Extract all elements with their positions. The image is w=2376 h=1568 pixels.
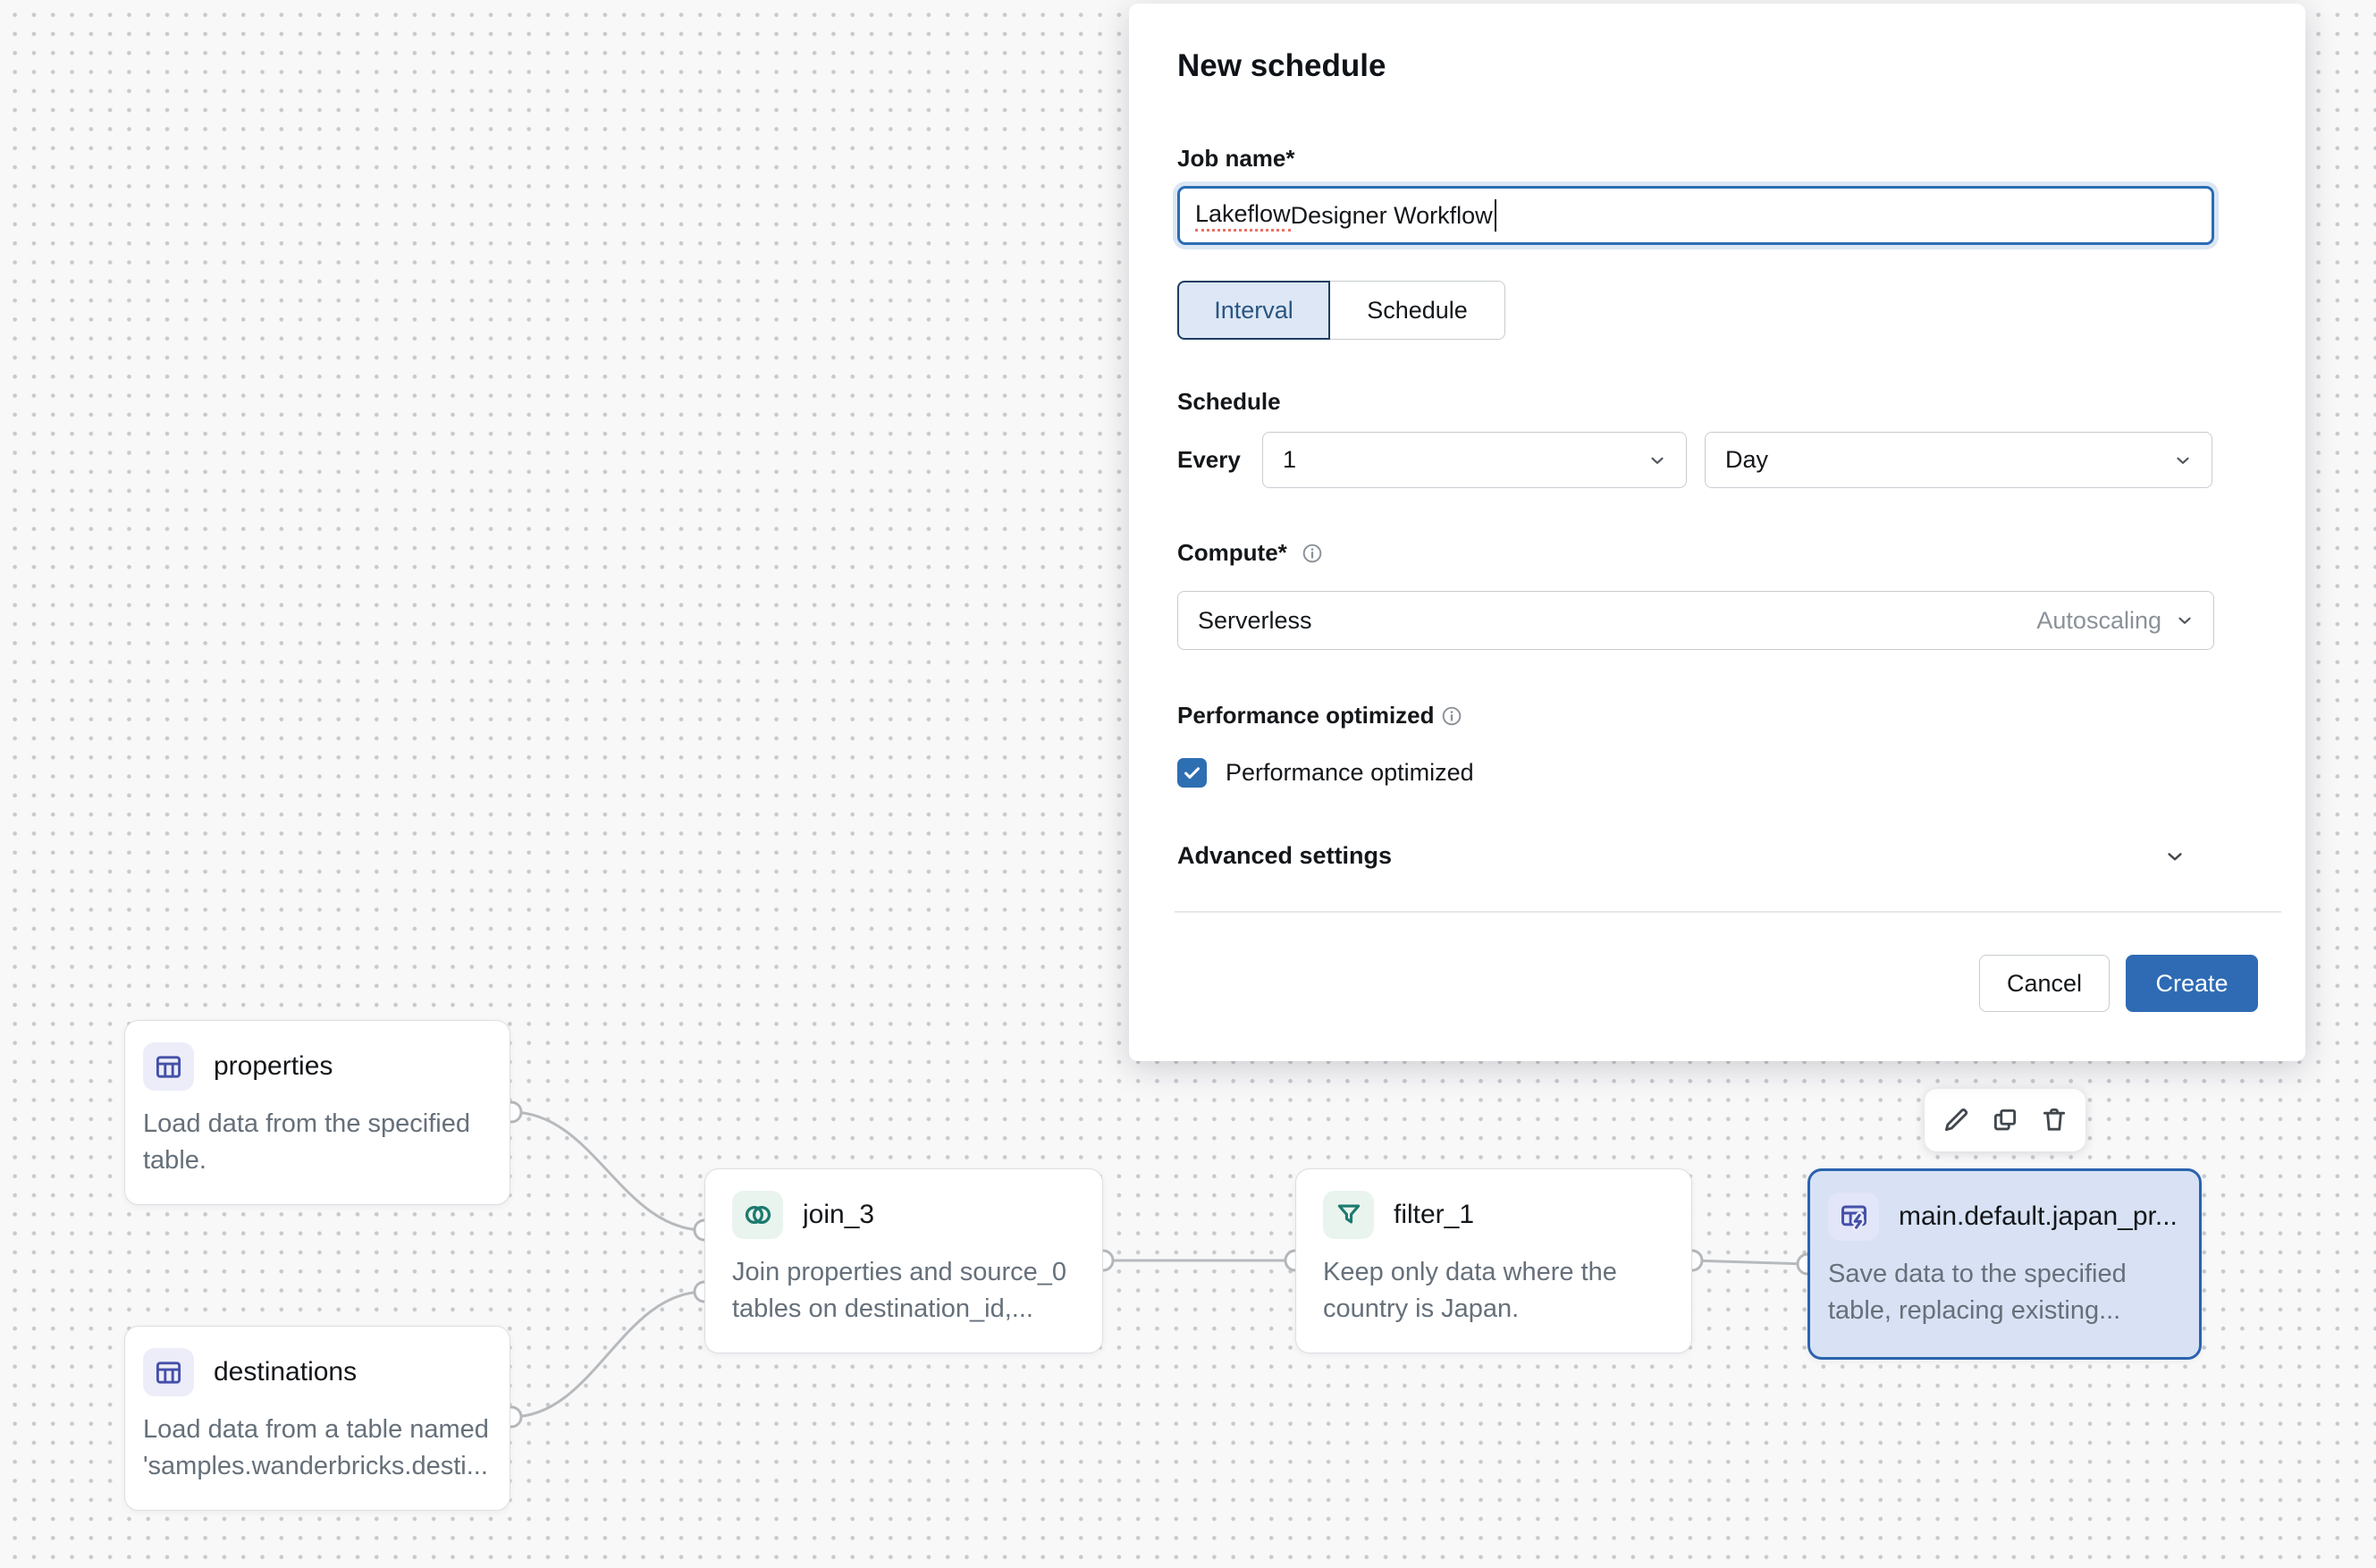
edge-filter-to-main — [1692, 1260, 1807, 1264]
node-destinations[interactable]: destinations Load data from a table name… — [124, 1326, 510, 1511]
interval-unit-value: Day — [1725, 446, 1768, 474]
compute-value: Serverless — [1198, 607, 1312, 635]
job-name-label: Job name* — [1177, 145, 1295, 173]
table-write-icon — [1828, 1193, 1879, 1241]
compute-mode-label: Autoscaling — [2036, 607, 2161, 635]
duplicate-copy-icon[interactable] — [1987, 1102, 2023, 1138]
schedule-section-heading: Schedule — [1177, 388, 1281, 416]
node-properties[interactable]: properties Load data from the specified … — [124, 1020, 510, 1205]
trigger-type-toggle: Interval Schedule — [1177, 281, 1505, 340]
chevron-down-icon — [1647, 450, 1668, 471]
node-title: properties — [214, 1051, 333, 1082]
interval-value-select[interactable]: 1 — [1262, 432, 1687, 488]
filter-icon — [1323, 1191, 1374, 1239]
chevron-down-icon — [2172, 450, 2194, 471]
chevron-down-icon — [2174, 610, 2195, 631]
new-schedule-dialog: New schedule Job name* Lakeflow Designer… — [1129, 4, 2305, 1061]
node-header: destinations — [143, 1348, 490, 1396]
toggle-interval-button[interactable]: Interval — [1177, 281, 1330, 340]
node-header: properties — [143, 1042, 490, 1091]
cancel-button[interactable]: Cancel — [1979, 955, 2110, 1012]
node-description: Save data to the specified table, replac… — [1828, 1256, 2179, 1329]
node-description: Keep only data where the country is Japa… — [1323, 1254, 1672, 1328]
node-description: Load data from the specified table. — [143, 1106, 490, 1179]
checkmark-icon — [1182, 763, 1202, 783]
node-description: Load data from a table named 'samples.wa… — [143, 1412, 490, 1485]
edit-pencil-icon[interactable] — [1938, 1102, 1974, 1138]
node-main-default-japan[interactable]: main.default.japan_pr... Save data to th… — [1807, 1168, 2202, 1360]
compute-select[interactable]: Serverless Autoscaling — [1177, 591, 2214, 650]
node-title: main.default.japan_pr... — [1899, 1201, 2178, 1232]
node-header: filter_1 — [1323, 1191, 1672, 1239]
interval-value: 1 — [1283, 446, 1296, 474]
node-title: join_3 — [803, 1200, 874, 1230]
advanced-settings-toggle[interactable]: Advanced settings — [1177, 842, 2187, 870]
edge-properties-to-join — [511, 1112, 704, 1230]
performance-checkbox[interactable] — [1177, 758, 1207, 788]
job-name-input[interactable]: Lakeflow Designer Workflow — [1177, 186, 2214, 245]
node-header: main.default.japan_pr... — [1828, 1193, 2179, 1241]
chevron-down-icon — [2162, 844, 2187, 869]
node-join-3[interactable]: join_3 Join properties and source_0 tabl… — [704, 1168, 1103, 1353]
job-name-value-misspelled: Lakeflow — [1195, 200, 1291, 232]
node-header: join_3 — [732, 1191, 1083, 1239]
edge-destinations-to-join — [511, 1292, 704, 1417]
node-title: destinations — [214, 1357, 357, 1387]
job-name-value-rest: Designer Workflow — [1291, 202, 1493, 230]
dialog-title: New schedule — [1177, 48, 1386, 84]
text-caret — [1495, 199, 1496, 232]
compute-heading-row: Compute* — [1177, 539, 1324, 567]
delete-trash-icon[interactable] — [2036, 1102, 2072, 1138]
table-icon — [143, 1042, 194, 1091]
performance-heading-row: Performance optimized — [1177, 702, 1463, 729]
join-icon — [732, 1191, 783, 1239]
table-icon — [143, 1348, 194, 1396]
advanced-settings-label: Advanced settings — [1177, 842, 1392, 870]
performance-checkbox-row: Performance optimized — [1177, 758, 1474, 788]
info-icon[interactable] — [1440, 704, 1463, 728]
toggle-schedule-button[interactable]: Schedule — [1330, 281, 1505, 340]
performance-heading: Performance optimized — [1177, 702, 1435, 729]
create-button[interactable]: Create — [2126, 955, 2258, 1012]
interval-unit-select[interactable]: Day — [1705, 432, 2212, 488]
compute-label: Compute* — [1177, 539, 1287, 567]
node-action-toolbar — [1925, 1089, 2085, 1151]
info-icon[interactable] — [1301, 542, 1324, 565]
performance-checkbox-label: Performance optimized — [1226, 759, 1474, 787]
node-description: Join properties and source_0 tables on d… — [732, 1254, 1083, 1328]
footer-divider — [1175, 911, 2281, 913]
node-title: filter_1 — [1394, 1200, 1474, 1230]
node-filter-1[interactable]: filter_1 Keep only data where the countr… — [1295, 1168, 1692, 1353]
every-label: Every — [1177, 432, 1241, 488]
